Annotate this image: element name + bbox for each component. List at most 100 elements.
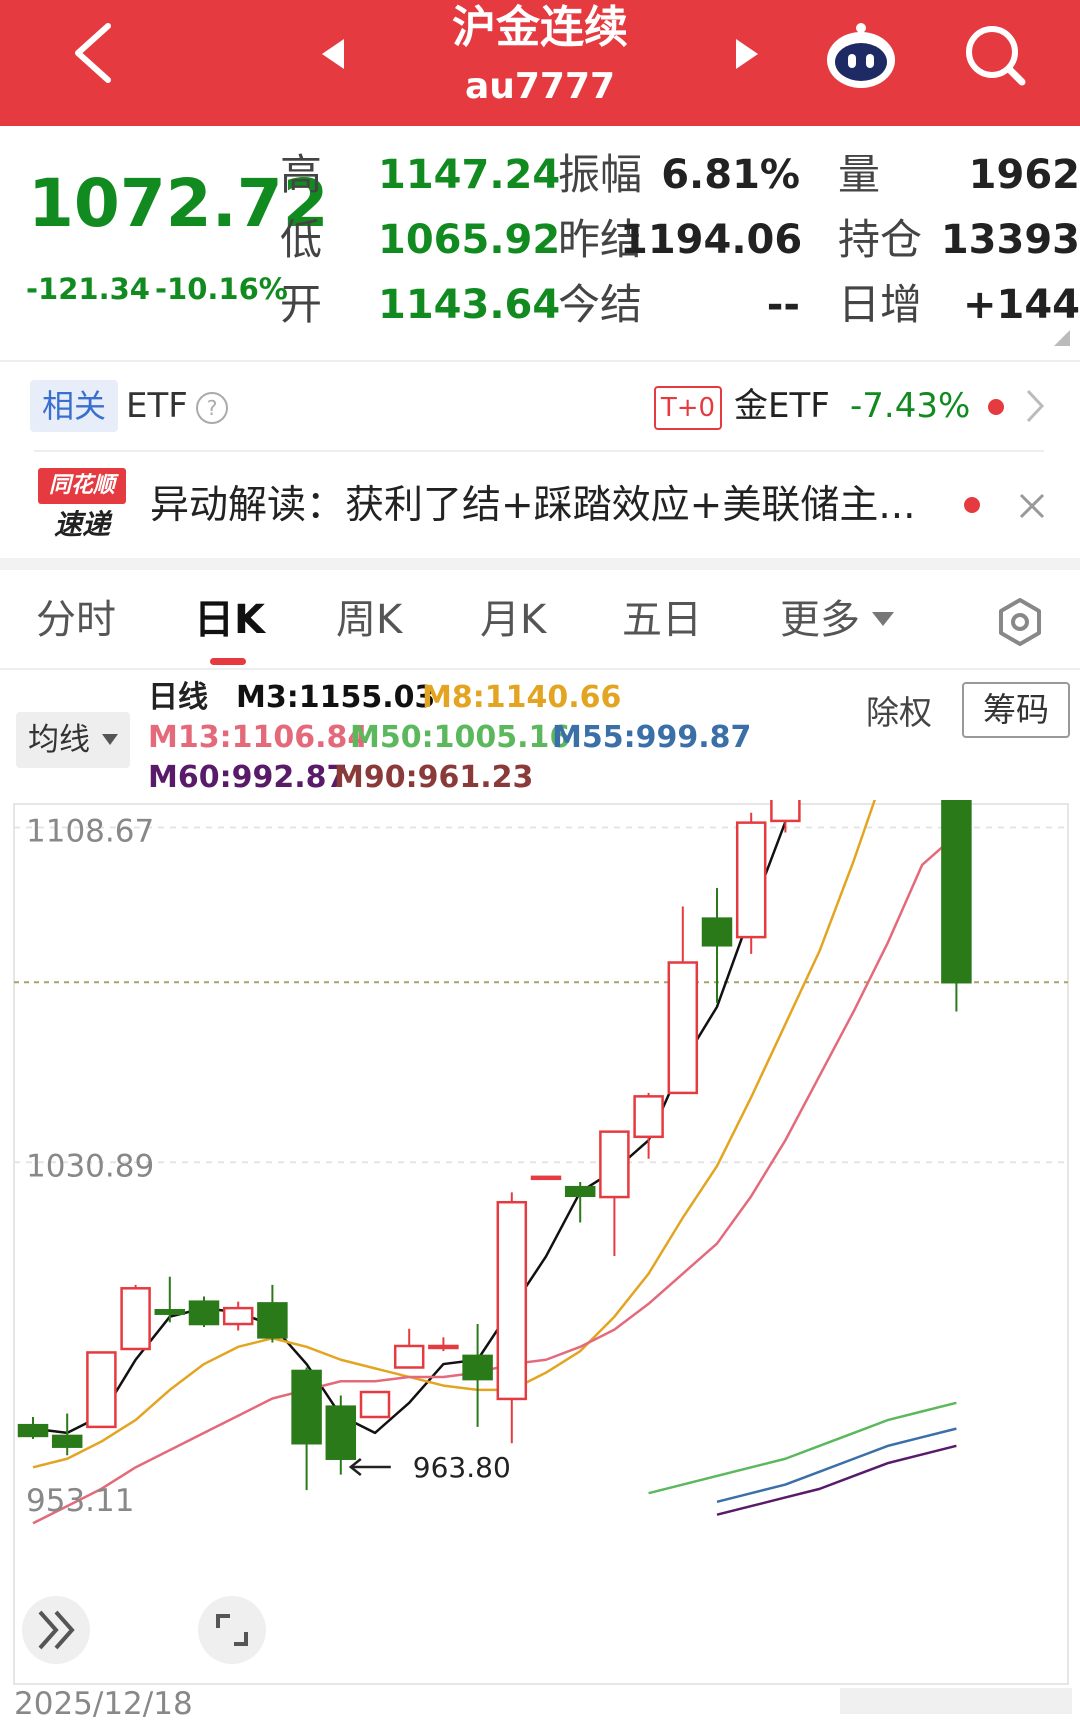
top-bar: 沪金连续 au7777 (0, 0, 1080, 126)
candle-body (428, 1344, 459, 1350)
page-title: 沪金连续 (452, 2, 628, 53)
collapse-double-chevron-icon[interactable] (22, 1596, 90, 1664)
candle-body (154, 1309, 186, 1315)
candle-body (770, 800, 801, 823)
candle (120, 1284, 151, 1351)
candle-body (359, 1390, 391, 1419)
tab-five-day[interactable]: 五日 (622, 590, 702, 650)
candle (51, 1413, 83, 1456)
robot-assistant-icon[interactable] (822, 16, 900, 94)
candle-body (633, 1095, 664, 1139)
candle-body (188, 1300, 220, 1326)
ma-selector[interactable]: 均线 (16, 712, 130, 768)
chart-frame (13, 803, 1069, 1685)
etf-label: ETF (126, 386, 188, 426)
scroll-indicator (840, 1688, 1072, 1714)
candle (564, 1182, 596, 1223)
candle (428, 1337, 459, 1352)
open-value: 1143.64 (378, 282, 561, 328)
candle (735, 812, 767, 954)
news-headline[interactable]: 异动解读：获利了结+踩踏效应+美联储主... (150, 478, 960, 534)
contract-code: au7777 (464, 66, 616, 107)
related-badge: 相关 (30, 380, 118, 432)
news-alert-dot (964, 497, 980, 513)
candle (530, 1175, 562, 1181)
oi-change-label: 日增 (838, 280, 923, 329)
volume-label: 量 (838, 150, 881, 199)
chart-date: 2025/12/18 (14, 1686, 193, 1722)
candle-body (393, 1344, 425, 1369)
candle (291, 1367, 322, 1491)
tab-monthly-k[interactable]: 月K (480, 590, 546, 650)
close-icon[interactable] (1014, 486, 1050, 526)
candle-body (325, 1405, 357, 1460)
etf-alert-dot (988, 399, 1004, 415)
open-interest-value: 13393 (940, 217, 1080, 263)
candle (941, 800, 972, 1012)
min-price-label: 963.80 (413, 1451, 511, 1484)
gear-icon[interactable] (994, 596, 1046, 648)
period-tabs: 分时 日K 周K 月K 五日 更多 (0, 590, 1080, 660)
candle (86, 1351, 117, 1429)
ma55-value: M55:999.87 (552, 720, 752, 755)
candle-body (496, 1200, 528, 1401)
candle-body (462, 1354, 493, 1381)
oi-change-value: +144 (962, 282, 1080, 328)
divider (0, 360, 1080, 362)
fullscreen-icon[interactable] (198, 1596, 266, 1664)
chevron-right-icon[interactable] (1020, 386, 1050, 426)
high-value: 1147.24 (378, 152, 561, 198)
candle (599, 1130, 630, 1257)
expand-corner-icon[interactable] (1054, 330, 1070, 346)
tab-more[interactable]: 更多 (780, 590, 860, 650)
divider (34, 450, 1044, 452)
ma13-value: M13:1106.84 (148, 720, 369, 755)
candle (359, 1390, 391, 1419)
candle-body (51, 1434, 83, 1448)
ma90-value: M90:961.23 (334, 760, 534, 795)
logo-bottom: 速递 (53, 508, 110, 541)
candle (462, 1324, 493, 1427)
chevron-down-icon[interactable] (872, 612, 894, 626)
ma-line-m13 (32, 833, 958, 1525)
tonghuashun-logo: 同花顺 速递 (38, 468, 128, 544)
active-tab-indicator (210, 658, 246, 665)
candle-body (257, 1302, 288, 1339)
gold-etf-pct: -7.43% (850, 386, 971, 426)
candle-body (17, 1423, 49, 1438)
high-label: 高 (280, 150, 323, 199)
t0-badge: T+0 (654, 386, 722, 430)
ma50-value: M50:1005.16 (350, 720, 571, 755)
candle-body (530, 1175, 562, 1181)
ma-line-m50 (648, 1401, 957, 1495)
price-change: -121.34 (26, 272, 150, 306)
next-contract-icon[interactable] (732, 34, 762, 74)
help-icon[interactable]: ? (196, 392, 228, 424)
gold-etf-name[interactable]: 金ETF (734, 380, 830, 432)
price-change-pct: -10.16% (155, 272, 288, 306)
low-value: 1065.92 (378, 217, 561, 263)
chips-button[interactable]: 筹码 (962, 682, 1070, 738)
candle (188, 1296, 220, 1328)
candle (222, 1301, 254, 1331)
ma8-value: M8:1140.66 (422, 680, 622, 715)
candle-body (291, 1369, 322, 1445)
candle-body (941, 800, 972, 984)
tab-daily-k[interactable]: 日K (194, 590, 265, 650)
candle-body (599, 1130, 630, 1199)
ma3-value: M3:1155.03 (236, 680, 436, 715)
candle (393, 1328, 425, 1369)
candlestick-chart[interactable]: 1264.231186.451108.671030.89953.111253.5… (0, 800, 1080, 1724)
search-icon[interactable] (960, 20, 1030, 90)
open-interest-label: 持仓 (838, 215, 923, 264)
candle-body (222, 1306, 254, 1326)
candle (667, 906, 699, 1095)
ma-selector-label: 均线 (28, 722, 90, 758)
candle-body (667, 961, 699, 1095)
tab-weekly-k[interactable]: 周K (336, 590, 402, 650)
ma-line-label: 日线 (148, 680, 208, 715)
y-tick-label: 1030.89 (26, 1148, 154, 1184)
ex-right-button[interactable]: 除权 (866, 688, 932, 738)
candle (325, 1395, 357, 1475)
tab-intraday[interactable]: 分时 (36, 590, 116, 650)
